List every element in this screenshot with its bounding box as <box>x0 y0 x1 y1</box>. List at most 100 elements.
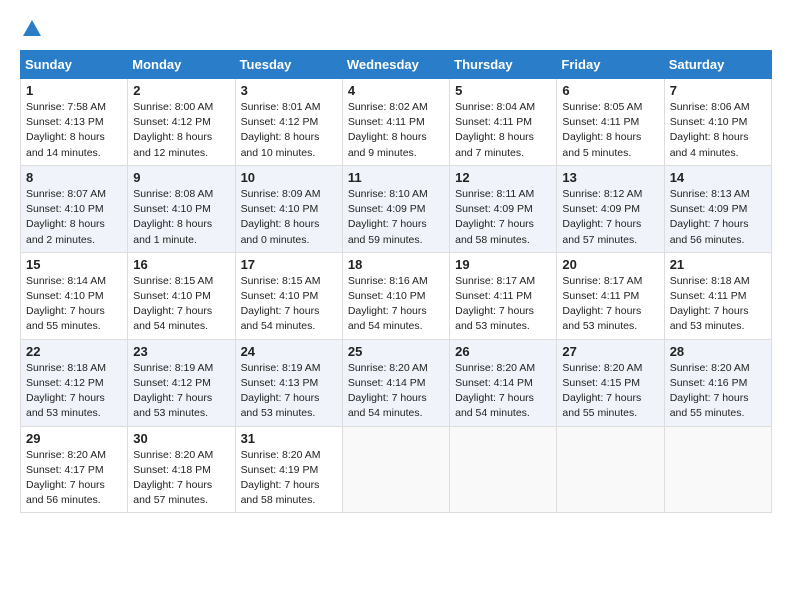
day-number: 11 <box>348 170 444 185</box>
cell-info: Sunrise: 8:19 AMSunset: 4:13 PMDaylight:… <box>241 362 321 420</box>
calendar-cell: 23 Sunrise: 8:19 AMSunset: 4:12 PMDaylig… <box>128 339 235 426</box>
calendar-cell <box>557 426 664 513</box>
calendar-cell: 31 Sunrise: 8:20 AMSunset: 4:19 PMDaylig… <box>235 426 342 513</box>
cell-info: Sunrise: 8:20 AMSunset: 4:19 PMDaylight:… <box>241 449 321 507</box>
cell-info: Sunrise: 8:20 AMSunset: 4:15 PMDaylight:… <box>562 362 642 420</box>
cell-info: Sunrise: 8:15 AMSunset: 4:10 PMDaylight:… <box>241 275 321 333</box>
cell-info: Sunrise: 8:09 AMSunset: 4:10 PMDaylight:… <box>241 188 321 246</box>
day-number: 30 <box>133 431 229 446</box>
cell-info: Sunrise: 8:12 AMSunset: 4:09 PMDaylight:… <box>562 188 642 246</box>
calendar-cell: 17 Sunrise: 8:15 AMSunset: 4:10 PMDaylig… <box>235 252 342 339</box>
cell-info: Sunrise: 8:02 AMSunset: 4:11 PMDaylight:… <box>348 101 428 159</box>
day-number: 23 <box>133 344 229 359</box>
calendar-cell: 19 Sunrise: 8:17 AMSunset: 4:11 PMDaylig… <box>450 252 557 339</box>
calendar-cell: 12 Sunrise: 8:11 AMSunset: 4:09 PMDaylig… <box>450 165 557 252</box>
cell-info: Sunrise: 8:13 AMSunset: 4:09 PMDaylight:… <box>670 188 750 246</box>
day-number: 16 <box>133 257 229 272</box>
cell-info: Sunrise: 8:17 AMSunset: 4:11 PMDaylight:… <box>562 275 642 333</box>
calendar-cell: 15 Sunrise: 8:14 AMSunset: 4:10 PMDaylig… <box>21 252 128 339</box>
calendar-cell: 10 Sunrise: 8:09 AMSunset: 4:10 PMDaylig… <box>235 165 342 252</box>
calendar-cell <box>664 426 771 513</box>
calendar-cell: 14 Sunrise: 8:13 AMSunset: 4:09 PMDaylig… <box>664 165 771 252</box>
calendar-cell: 2 Sunrise: 8:00 AMSunset: 4:12 PMDayligh… <box>128 79 235 166</box>
day-number: 20 <box>562 257 658 272</box>
day-number: 25 <box>348 344 444 359</box>
cell-info: Sunrise: 8:15 AMSunset: 4:10 PMDaylight:… <box>133 275 213 333</box>
day-number: 9 <box>133 170 229 185</box>
day-number: 3 <box>241 83 337 98</box>
calendar-table: SundayMondayTuesdayWednesdayThursdayFrid… <box>20 50 772 513</box>
calendar-cell: 11 Sunrise: 8:10 AMSunset: 4:09 PMDaylig… <box>342 165 449 252</box>
day-number: 27 <box>562 344 658 359</box>
page: SundayMondayTuesdayWednesdayThursdayFrid… <box>0 0 792 612</box>
calendar-cell: 4 Sunrise: 8:02 AMSunset: 4:11 PMDayligh… <box>342 79 449 166</box>
calendar-cell: 9 Sunrise: 8:08 AMSunset: 4:10 PMDayligh… <box>128 165 235 252</box>
day-number: 10 <box>241 170 337 185</box>
cell-info: Sunrise: 8:14 AMSunset: 4:10 PMDaylight:… <box>26 275 106 333</box>
cell-info: Sunrise: 8:10 AMSunset: 4:09 PMDaylight:… <box>348 188 428 246</box>
cell-info: Sunrise: 8:05 AMSunset: 4:11 PMDaylight:… <box>562 101 642 159</box>
day-number: 4 <box>348 83 444 98</box>
cell-info: Sunrise: 8:19 AMSunset: 4:12 PMDaylight:… <box>133 362 213 420</box>
cell-info: Sunrise: 8:00 AMSunset: 4:12 PMDaylight:… <box>133 101 213 159</box>
day-header-friday: Friday <box>557 51 664 79</box>
day-header-wednesday: Wednesday <box>342 51 449 79</box>
week-row-2: 8 Sunrise: 8:07 AMSunset: 4:10 PMDayligh… <box>21 165 772 252</box>
day-number: 1 <box>26 83 122 98</box>
week-row-3: 15 Sunrise: 8:14 AMSunset: 4:10 PMDaylig… <box>21 252 772 339</box>
day-number: 19 <box>455 257 551 272</box>
day-number: 29 <box>26 431 122 446</box>
week-row-1: 1 Sunrise: 7:58 AMSunset: 4:13 PMDayligh… <box>21 79 772 166</box>
calendar-cell: 18 Sunrise: 8:16 AMSunset: 4:10 PMDaylig… <box>342 252 449 339</box>
day-number: 26 <box>455 344 551 359</box>
day-number: 21 <box>670 257 766 272</box>
logo <box>20 18 43 40</box>
cell-info: Sunrise: 8:17 AMSunset: 4:11 PMDaylight:… <box>455 275 535 333</box>
calendar-cell: 27 Sunrise: 8:20 AMSunset: 4:15 PMDaylig… <box>557 339 664 426</box>
header <box>20 18 772 40</box>
day-number: 5 <box>455 83 551 98</box>
calendar-cell: 22 Sunrise: 8:18 AMSunset: 4:12 PMDaylig… <box>21 339 128 426</box>
calendar-cell: 28 Sunrise: 8:20 AMSunset: 4:16 PMDaylig… <box>664 339 771 426</box>
calendar-cell: 16 Sunrise: 8:15 AMSunset: 4:10 PMDaylig… <box>128 252 235 339</box>
day-header-monday: Monday <box>128 51 235 79</box>
calendar-cell: 7 Sunrise: 8:06 AMSunset: 4:10 PMDayligh… <box>664 79 771 166</box>
cell-info: Sunrise: 8:20 AMSunset: 4:18 PMDaylight:… <box>133 449 213 507</box>
day-number: 15 <box>26 257 122 272</box>
logo-icon <box>21 18 43 40</box>
day-number: 17 <box>241 257 337 272</box>
cell-info: Sunrise: 8:11 AMSunset: 4:09 PMDaylight:… <box>455 188 534 246</box>
cell-info: Sunrise: 8:04 AMSunset: 4:11 PMDaylight:… <box>455 101 535 159</box>
day-header-saturday: Saturday <box>664 51 771 79</box>
cell-info: Sunrise: 8:20 AMSunset: 4:17 PMDaylight:… <box>26 449 106 507</box>
calendar-cell: 29 Sunrise: 8:20 AMSunset: 4:17 PMDaylig… <box>21 426 128 513</box>
day-number: 7 <box>670 83 766 98</box>
cell-info: Sunrise: 7:58 AMSunset: 4:13 PMDaylight:… <box>26 101 106 159</box>
calendar-cell <box>342 426 449 513</box>
calendar-body: 1 Sunrise: 7:58 AMSunset: 4:13 PMDayligh… <box>21 79 772 513</box>
day-header-thursday: Thursday <box>450 51 557 79</box>
day-number: 6 <box>562 83 658 98</box>
calendar-cell <box>450 426 557 513</box>
cell-info: Sunrise: 8:08 AMSunset: 4:10 PMDaylight:… <box>133 188 213 246</box>
cell-info: Sunrise: 8:20 AMSunset: 4:14 PMDaylight:… <box>455 362 535 420</box>
calendar-cell: 30 Sunrise: 8:20 AMSunset: 4:18 PMDaylig… <box>128 426 235 513</box>
cell-info: Sunrise: 8:18 AMSunset: 4:11 PMDaylight:… <box>670 275 750 333</box>
calendar-cell: 8 Sunrise: 8:07 AMSunset: 4:10 PMDayligh… <box>21 165 128 252</box>
days-header-row: SundayMondayTuesdayWednesdayThursdayFrid… <box>21 51 772 79</box>
cell-info: Sunrise: 8:20 AMSunset: 4:14 PMDaylight:… <box>348 362 428 420</box>
day-number: 18 <box>348 257 444 272</box>
calendar-cell: 25 Sunrise: 8:20 AMSunset: 4:14 PMDaylig… <box>342 339 449 426</box>
day-number: 13 <box>562 170 658 185</box>
cell-info: Sunrise: 8:18 AMSunset: 4:12 PMDaylight:… <box>26 362 106 420</box>
calendar-cell: 1 Sunrise: 7:58 AMSunset: 4:13 PMDayligh… <box>21 79 128 166</box>
week-row-5: 29 Sunrise: 8:20 AMSunset: 4:17 PMDaylig… <box>21 426 772 513</box>
day-number: 28 <box>670 344 766 359</box>
calendar-cell: 21 Sunrise: 8:18 AMSunset: 4:11 PMDaylig… <box>664 252 771 339</box>
calendar-cell: 24 Sunrise: 8:19 AMSunset: 4:13 PMDaylig… <box>235 339 342 426</box>
cell-info: Sunrise: 8:20 AMSunset: 4:16 PMDaylight:… <box>670 362 750 420</box>
day-number: 12 <box>455 170 551 185</box>
day-number: 31 <box>241 431 337 446</box>
calendar-cell: 26 Sunrise: 8:20 AMSunset: 4:14 PMDaylig… <box>450 339 557 426</box>
day-number: 24 <box>241 344 337 359</box>
